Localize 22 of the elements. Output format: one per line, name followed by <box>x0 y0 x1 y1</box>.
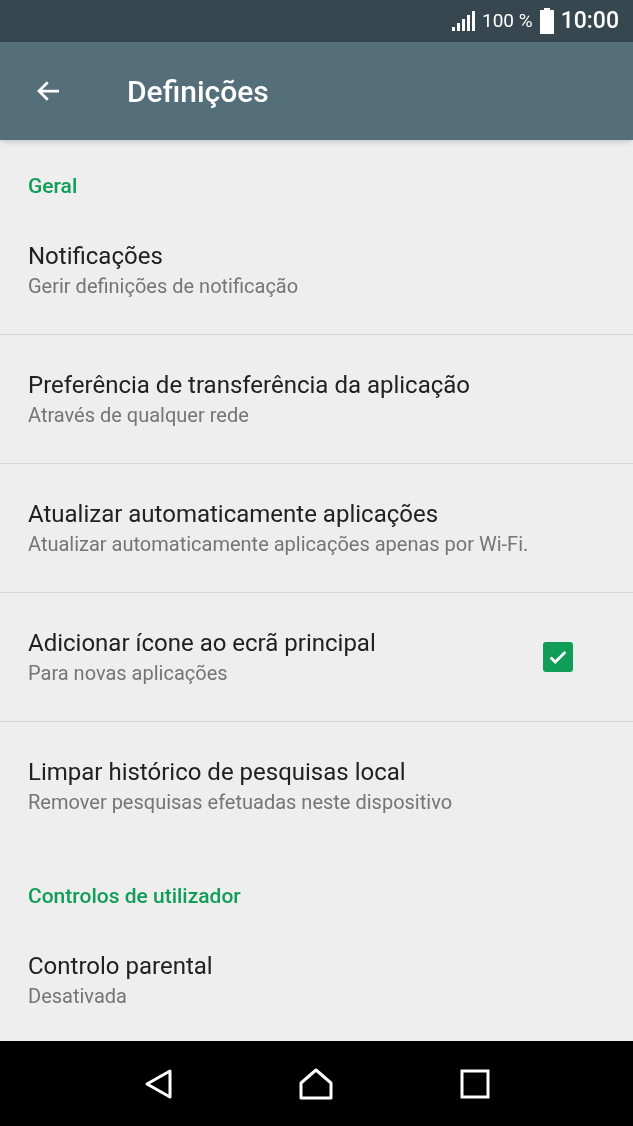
toolbar-title: Definições <box>127 72 269 111</box>
signal-icon <box>449 9 476 33</box>
setting-description: Para novas aplicações <box>28 660 229 687</box>
setting-title: Limpar histórico de pesquisas local <box>28 757 407 788</box>
square-icon <box>460 1068 491 1099</box>
setting-title: Adicionar ícone ao ecrã principal <box>28 628 377 659</box>
setting-description: Remover pesquisas efetuadas neste dispositivo <box>28 789 454 816</box>
section-header: Geral <box>28 174 78 198</box>
setting-description: Desativada <box>28 983 128 1010</box>
clock: 10:00 <box>560 5 619 36</box>
setting-title: Notificações <box>28 241 164 272</box>
battery-icon <box>538 8 555 34</box>
setting-description: Através de qualquer rede <box>28 402 250 429</box>
section-header: Controlos de utilizador <box>28 884 241 908</box>
setting-description: Atualizar automaticamente aplicações apenas por Wi-Fi. <box>28 531 530 558</box>
setting-title: Preferência de transferência da aplicação <box>28 370 472 401</box>
home-icon <box>298 1066 335 1101</box>
battery-percentage: 100 % <box>481 7 533 34</box>
setting-title: Controlo parental <box>28 951 214 982</box>
setting-title: Atualizar automaticamente aplicações <box>28 499 440 530</box>
checkbox[interactable] <box>543 642 573 672</box>
setting-description: Gerir definições de notificação <box>28 273 300 300</box>
